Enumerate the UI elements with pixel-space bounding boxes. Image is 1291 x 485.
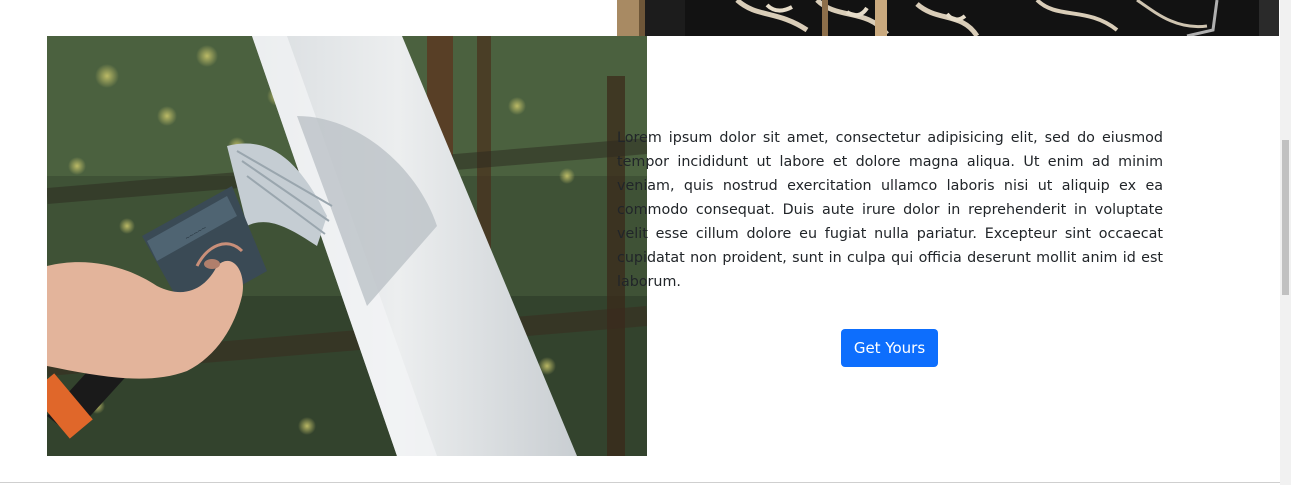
scrollbar-thumb[interactable]: [1282, 140, 1289, 295]
page: ~~~~~ Lorem ipsum dolor sit amet, consec…: [0, 0, 1291, 485]
section-description: Lorem ipsum dolor sit amet, consectetur …: [617, 130, 1163, 290]
page-scrollbar[interactable]: [1280, 0, 1291, 485]
previous-section-photo: [617, 0, 1279, 36]
get-yours-button[interactable]: Get Yours: [841, 329, 938, 367]
section-divider: [0, 482, 1280, 483]
paint-brush-photo: ~~~~~: [47, 36, 647, 456]
